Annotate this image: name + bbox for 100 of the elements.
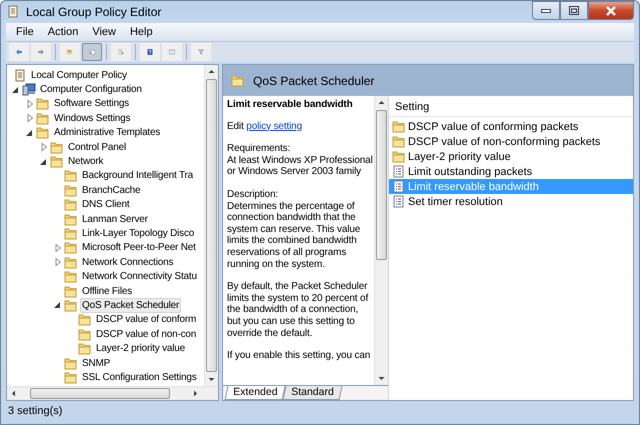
toolbar-button[interactable] — [82, 43, 102, 61]
setting-row[interactable]: DSCP value of non-conforming packets — [389, 134, 633, 149]
folder-icon — [36, 126, 50, 140]
window-title: Local Group Policy Editor — [26, 5, 162, 19]
menu-item[interactable]: Help — [124, 26, 159, 38]
tree-item[interactable]: Layer-2 priority value — [94, 341, 187, 356]
policy-icon — [13, 68, 27, 82]
description-text: Determines the percentage of connection bandwidth that the system can reserve. This value limits the combined bandwidth reservations of all programs running on the system. — [227, 200, 362, 270]
column-header[interactable]: Setting — [389, 96, 633, 117]
tree-item[interactable]: Network — [66, 154, 106, 170]
collapsed-arrow-icon[interactable] — [39, 142, 50, 152]
folder-icon — [50, 155, 64, 168]
folder-icon — [64, 241, 78, 254]
menu-item[interactable]: View — [86, 26, 122, 38]
status-text: 3 setting(s) — [7, 404, 64, 419]
folder-icon — [392, 120, 405, 133]
folder-icon — [36, 97, 50, 110]
tree-item[interactable]: Lanman Server — [80, 212, 150, 227]
folder-icon — [64, 270, 78, 284]
setting-name: Set timer resolution — [408, 196, 503, 208]
description-text: By default, the Packet Scheduler limits the system to 20 percent of the bandwidth of a connection, but you can use this setting to override the default. — [227, 281, 370, 340]
toolbar-button[interactable] — [140, 43, 160, 61]
tree-item[interactable]: Background Intelligent Tra — [80, 168, 195, 184]
requirements-label: Requirements: — [227, 143, 292, 155]
collapsed-arrow-icon[interactable] — [25, 113, 36, 124]
tree-item[interactable]: Software Settings — [52, 96, 131, 112]
setting-icon — [392, 165, 405, 178]
maximize-icon — [569, 6, 579, 15]
tree-item[interactable]: DSCP value of non-con — [94, 326, 198, 342]
tree-item[interactable]: Control Panel — [66, 140, 128, 155]
close-button[interactable] — [588, 1, 634, 20]
tree-item[interactable]: Network Connections — [80, 254, 176, 270]
scroll-up-arrow-icon[interactable] — [207, 67, 216, 76]
folder-icon — [64, 298, 78, 312]
folder-icon — [78, 313, 92, 326]
folder-icon — [78, 342, 92, 356]
setting-row[interactable]: Set timer resolution — [389, 194, 633, 209]
maximize-button[interactable] — [560, 1, 588, 20]
folder-icon — [64, 256, 78, 269]
setting-name: DSCP value of conforming packets — [408, 120, 578, 132]
tree-item[interactable]: Microsoft Peer-to-Peer Net — [80, 240, 198, 256]
folder-icon — [78, 328, 92, 341]
setting-row[interactable]: DSCP value of conforming packets — [389, 119, 633, 134]
scrollbar-thumb[interactable] — [376, 110, 387, 260]
tree-item[interactable]: DSCP value of conform — [94, 312, 198, 328]
folder-icon — [64, 284, 78, 298]
vertical-scrollbar[interactable] — [204, 65, 218, 386]
policy-icon — [6, 5, 20, 19]
tree-item[interactable]: Administrative Templates — [52, 125, 162, 140]
setting-name: Limit outstanding packets — [408, 166, 532, 178]
setting-icon — [392, 180, 405, 193]
tree-item[interactable]: SNMP — [80, 356, 112, 371]
tree-item[interactable]: SSL Configuration Settings — [80, 370, 199, 385]
tree-item[interactable]: DNS Client — [80, 197, 132, 212]
folder-icon — [64, 370, 78, 384]
scroll-down-arrow-icon[interactable] — [377, 374, 386, 383]
tab[interactable]: Standard — [282, 386, 342, 400]
setting-name: Limit reservable bandwidth — [408, 180, 539, 192]
folder-icon — [50, 140, 64, 154]
menu-item[interactable]: Action — [42, 26, 84, 38]
tab[interactable]: Extended — [224, 386, 286, 400]
tree-item[interactable]: Windows Settings — [52, 110, 132, 126]
folder-icon — [64, 169, 78, 182]
computer-icon — [22, 83, 36, 96]
tree-item[interactable]: Link-Layer Topology Disco — [80, 226, 196, 241]
scroll-right-arrow-icon[interactable] — [191, 389, 200, 398]
folder-icon — [36, 112, 50, 125]
folder-icon — [231, 74, 245, 87]
folder-icon — [64, 212, 78, 226]
collapsed-arrow-icon[interactable] — [53, 257, 64, 268]
menu-item[interactable]: File — [10, 26, 40, 38]
tree-item[interactable]: QoS Packet Scheduler — [80, 298, 182, 313]
folder-icon — [64, 198, 78, 212]
collapsed-arrow-icon[interactable] — [53, 242, 64, 253]
pane-title: QoS Packet Scheduler — [253, 74, 374, 88]
minimize-button[interactable] — [532, 1, 560, 20]
scrollbar-thumb[interactable] — [30, 388, 170, 399]
tree-item[interactable]: BranchCache — [80, 182, 142, 198]
setting-row[interactable]: Limit outstanding packets — [389, 164, 633, 179]
setting-title: Limit reservable bandwidth — [227, 99, 354, 111]
scroll-up-arrow-icon[interactable] — [377, 98, 386, 107]
setting-name: Layer-2 priority value — [408, 150, 511, 162]
setting-icon — [392, 195, 405, 208]
folder-icon — [64, 226, 78, 240]
tree-item[interactable]: Local Computer Policy — [29, 68, 129, 83]
toolbar-button[interactable] — [31, 43, 51, 61]
tree-item[interactable]: Computer Configuration — [38, 82, 144, 98]
folder-icon — [64, 184, 78, 197]
toolbar-button[interactable] — [9, 43, 29, 61]
tree-item[interactable]: Offline Files — [80, 284, 134, 299]
scroll-down-arrow-icon[interactable] — [207, 375, 216, 384]
tree-item[interactable]: Network Connectivity Statu — [80, 269, 199, 284]
setting-name: DSCP value of non-conforming packets — [408, 136, 600, 148]
vertical-scrollbar[interactable] — [374, 96, 388, 385]
policy-setting-link[interactable]: policy setting — [246, 120, 302, 132]
folder-icon — [392, 135, 405, 148]
description-label: Description: — [227, 188, 279, 201]
description-text: If you enable this setting, you can — [227, 350, 372, 362]
scrollbar-thumb[interactable] — [206, 79, 217, 372]
setting-row[interactable]: Layer-2 priority value — [389, 149, 633, 164]
